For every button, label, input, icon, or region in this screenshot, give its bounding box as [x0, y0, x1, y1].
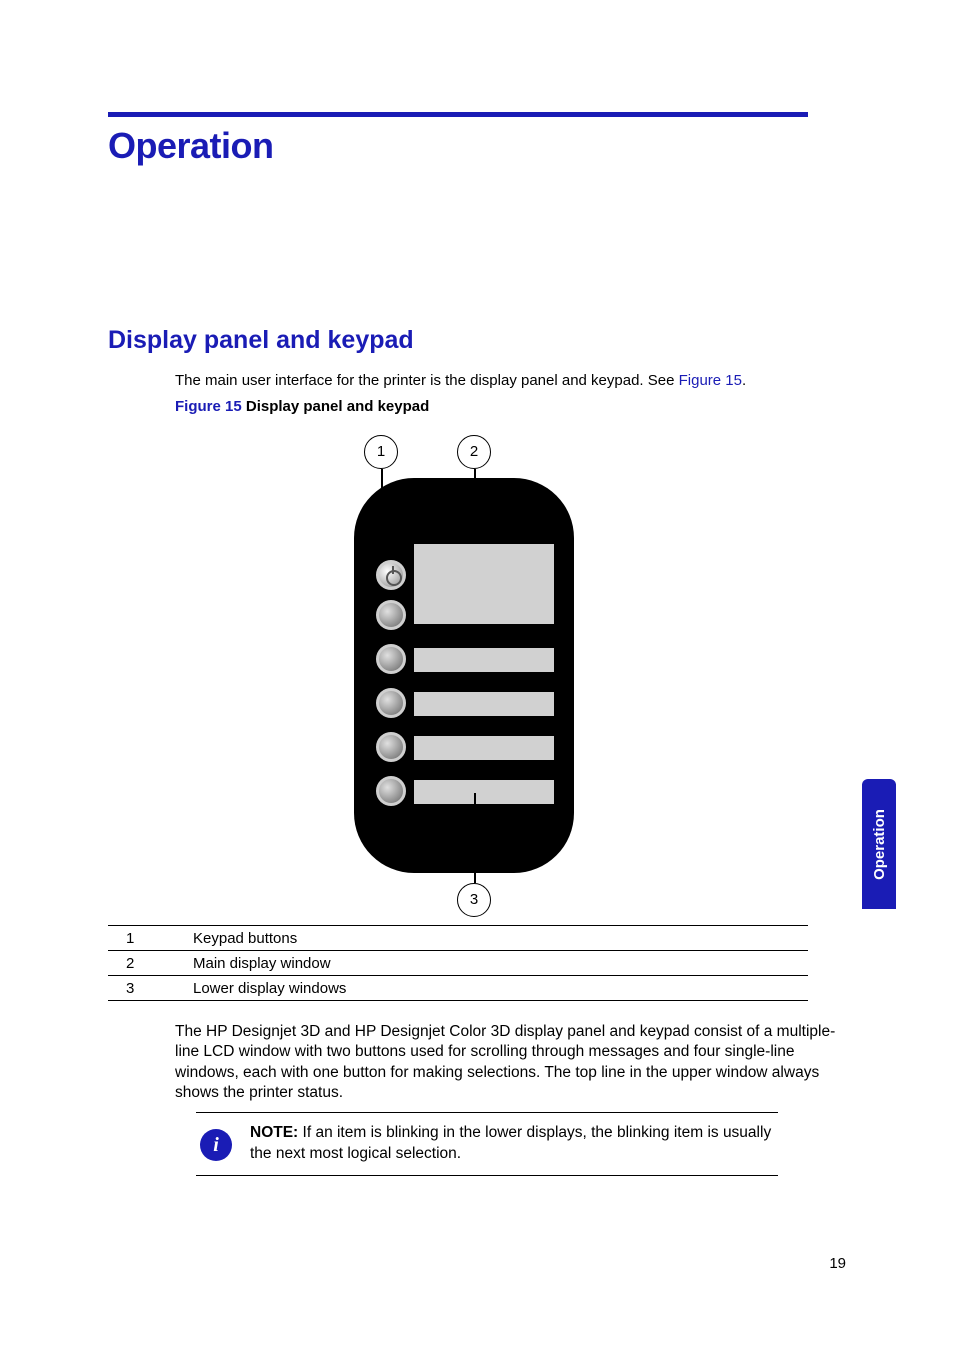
body-paragraph: The HP Designjet 3D and HP Designjet Col…	[175, 1022, 840, 1104]
figure-display-panel: 1 2 3	[354, 435, 574, 925]
legend-num: 1	[108, 930, 193, 947]
power-button-icon	[376, 560, 406, 590]
device-body	[354, 478, 574, 873]
callout-2: 2	[457, 435, 491, 469]
figure-label: Figure 15	[175, 398, 242, 415]
keypad-button	[376, 776, 406, 806]
lower-display-window	[414, 648, 554, 672]
page-title: Operation	[108, 125, 274, 167]
keypad-button	[376, 600, 406, 630]
keypad-button	[376, 688, 406, 718]
side-tab: Operation	[862, 779, 896, 909]
legend-row: 1 Keypad buttons	[108, 925, 808, 950]
intro-paragraph: The main user interface for the printer …	[175, 372, 746, 389]
side-tab-label: Operation	[871, 809, 888, 880]
callout-3: 3	[457, 883, 491, 917]
legend-text: Main display window	[193, 955, 808, 972]
figure-reference-link[interactable]: Figure 15	[679, 372, 742, 389]
callout-1: 1	[364, 435, 398, 469]
intro-text-prefix: The main user interface for the printer …	[175, 372, 679, 389]
info-icon: i	[200, 1129, 232, 1161]
lower-display-window	[414, 692, 554, 716]
keypad-button	[376, 644, 406, 674]
lower-display-window	[414, 736, 554, 760]
note-text: NOTE: If an item is blinking in the lowe…	[250, 1123, 778, 1165]
legend-num: 2	[108, 955, 193, 972]
top-rule	[108, 112, 808, 117]
keypad-button	[376, 732, 406, 762]
figure-title: Display panel and keypad	[246, 398, 429, 415]
note-label: NOTE:	[250, 1124, 298, 1141]
page-number: 19	[829, 1255, 846, 1272]
legend-text: Lower display windows	[193, 980, 808, 997]
note-box: i NOTE: If an item is blinking in the lo…	[196, 1112, 778, 1176]
note-body: If an item is blinking in the lower disp…	[250, 1124, 771, 1162]
main-display-window	[414, 544, 554, 624]
legend-row: 2 Main display window	[108, 950, 808, 975]
lower-display-window	[414, 780, 554, 804]
legend-row: 3 Lower display windows	[108, 975, 808, 1001]
legend-text: Keypad buttons	[193, 930, 808, 947]
section-heading: Display panel and keypad	[108, 326, 414, 355]
intro-text-suffix: .	[742, 372, 746, 389]
figure-caption: Figure 15 Display panel and keypad	[175, 398, 429, 415]
legend-num: 3	[108, 980, 193, 997]
callout-3-leader	[474, 793, 476, 883]
figure-legend: 1 Keypad buttons 2 Main display window 3…	[108, 925, 808, 1001]
